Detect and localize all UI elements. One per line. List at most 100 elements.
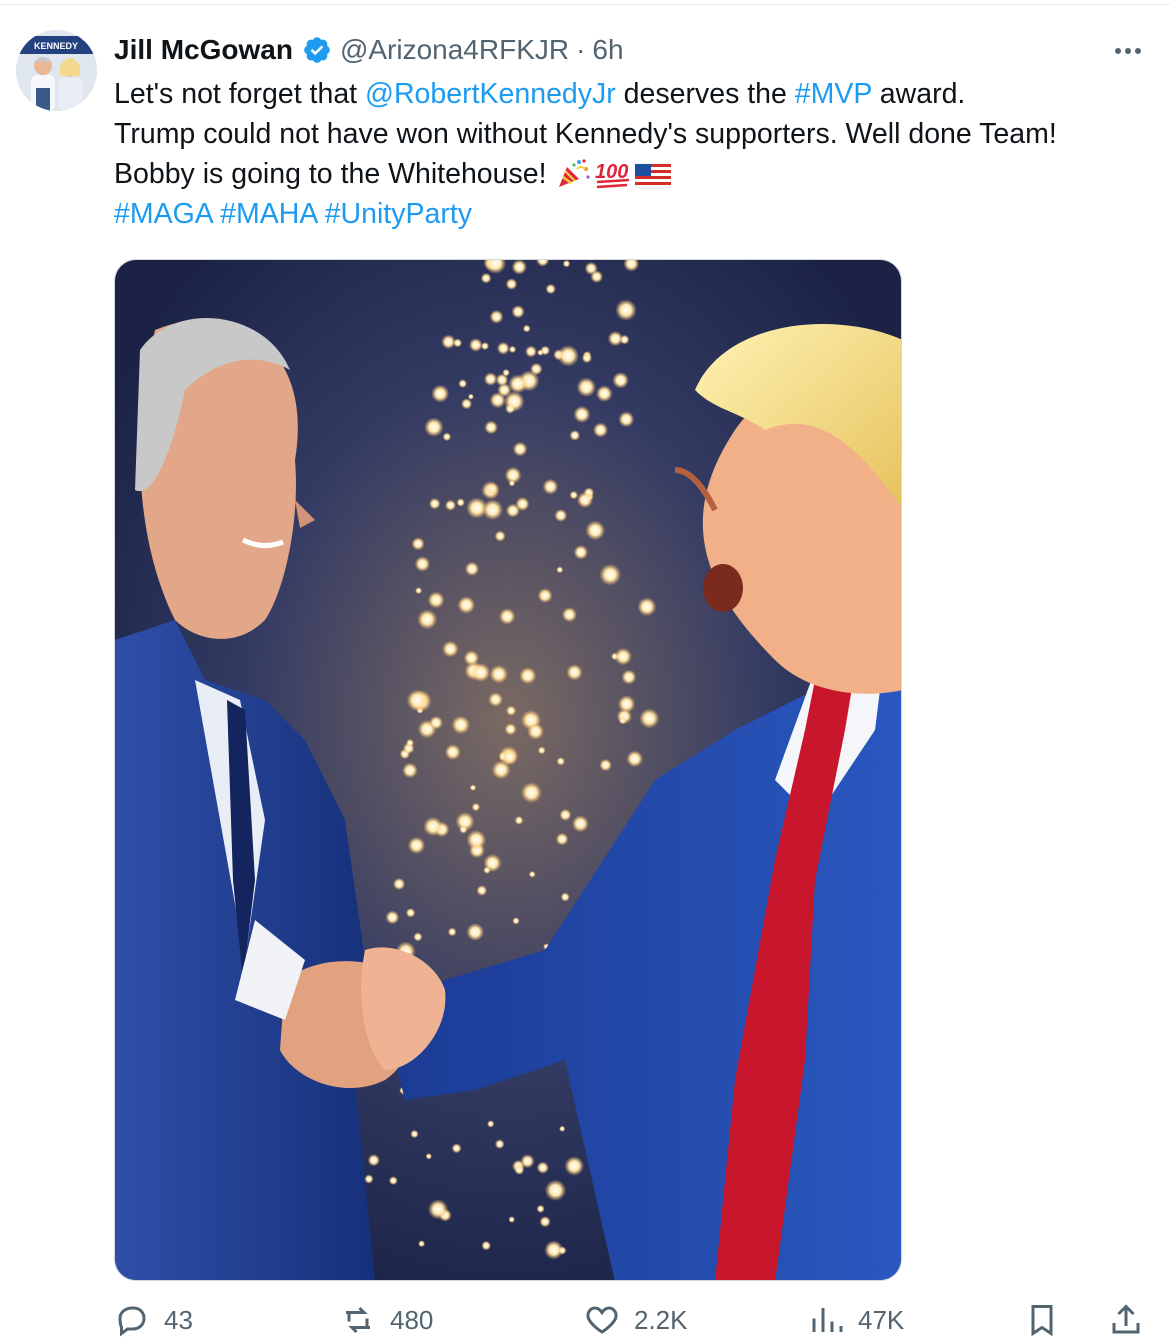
hundred-points-icon: 100 — [595, 161, 630, 189]
spark — [539, 1216, 551, 1228]
spark — [621, 669, 637, 685]
spark — [483, 372, 498, 386]
spark — [451, 1143, 462, 1154]
spark — [508, 345, 517, 354]
hashtag-link-unityparty[interactable]: #UnityParty — [325, 198, 472, 230]
more-options-icon[interactable] — [1108, 36, 1148, 66]
spark — [615, 299, 637, 321]
author-handle[interactable]: @Arizona4RFKJR — [340, 34, 569, 66]
spark — [453, 338, 463, 348]
spark — [489, 309, 504, 324]
spark — [618, 716, 627, 725]
author-name[interactable]: Jill McGowan — [114, 34, 293, 66]
views-icon — [812, 1308, 843, 1332]
spark — [480, 342, 490, 351]
spark — [525, 345, 537, 358]
tweet-line-3: Bobby is going to the Whitehouse! 100 — [114, 154, 1164, 194]
hashtag-link-maga[interactable]: #MAGA — [114, 198, 212, 230]
avatar[interactable]: KENNEDY — [16, 30, 97, 111]
spark — [414, 556, 431, 572]
spark — [487, 1120, 495, 1128]
spark — [612, 372, 629, 389]
spark — [569, 490, 579, 500]
spark — [512, 917, 520, 925]
spark — [527, 723, 544, 740]
spark — [402, 762, 418, 779]
text-segment: award. — [871, 78, 966, 110]
spark — [476, 885, 488, 896]
spark — [637, 597, 657, 617]
spark — [471, 663, 491, 682]
text-segment: deserves the — [615, 78, 795, 110]
spark — [423, 816, 443, 837]
spark — [554, 509, 568, 522]
spark — [536, 1204, 545, 1213]
spark — [458, 379, 468, 388]
repost-button[interactable]: 480 — [340, 1302, 433, 1338]
spark — [417, 609, 438, 630]
spark — [595, 385, 613, 402]
spark — [427, 591, 445, 609]
spark — [556, 757, 565, 766]
spark — [508, 479, 516, 487]
spark — [385, 910, 400, 925]
verified-badge-icon[interactable] — [302, 35, 332, 65]
avatar-photo: KENNEDY — [16, 30, 97, 111]
tweet-line-2: Trump could not have won without Kennedy… — [114, 118, 1057, 150]
tweet-line-1: Let's not forget that @RobertKennedyJr d… — [114, 74, 1164, 114]
spark — [619, 334, 630, 345]
spark — [428, 1199, 449, 1220]
like-button[interactable]: 2.2K — [584, 1302, 688, 1338]
spark — [505, 403, 516, 414]
spark — [471, 802, 481, 812]
spark — [512, 441, 528, 457]
spark — [537, 746, 546, 755]
hashtag-link-mvp[interactable]: #MVP — [795, 78, 872, 110]
reply-button[interactable]: 43 — [114, 1302, 193, 1338]
repost-icon — [346, 1306, 370, 1334]
spark — [495, 373, 509, 387]
spark — [388, 1176, 398, 1186]
views-button[interactable]: 47K — [808, 1302, 904, 1338]
share-button[interactable] — [1108, 1302, 1144, 1338]
spark — [425, 1153, 432, 1160]
tweet-line-4: #MAGA #MAHA #UnityParty — [114, 194, 1164, 234]
spark — [468, 338, 483, 352]
spark — [489, 392, 506, 409]
spark — [592, 422, 609, 438]
tweet-text: Let's not forget that @RobertKennedyJr d… — [114, 74, 1164, 234]
spark — [537, 588, 553, 604]
spark — [581, 352, 593, 364]
bookmark-button[interactable] — [1024, 1302, 1060, 1338]
spark — [485, 482, 498, 495]
spark — [505, 278, 518, 290]
spark — [514, 816, 524, 825]
spark — [618, 411, 635, 428]
spark — [590, 270, 604, 284]
spark — [488, 692, 503, 707]
spark — [444, 499, 457, 511]
mention-link[interactable]: @RobertKennedyJr — [365, 78, 616, 110]
spark — [418, 1240, 426, 1248]
spark — [447, 927, 457, 937]
spark — [461, 398, 473, 410]
spark — [559, 1125, 566, 1132]
spark — [537, 349, 544, 356]
spark — [494, 530, 506, 542]
spark — [564, 1156, 585, 1176]
spark — [364, 1174, 374, 1184]
hashtag-link-maha[interactable]: #MAHA — [220, 198, 317, 230]
tweet-timestamp[interactable]: 6h — [592, 34, 623, 66]
spark — [639, 708, 660, 729]
spark — [530, 362, 543, 376]
like-count: 2.2K — [634, 1304, 688, 1335]
spark — [559, 808, 572, 822]
tweet[interactable]: KENNEDY Jill McGowan @Arizona4RFKJR · 6h… — [0, 0, 1170, 1337]
tweet-media-photo[interactable] — [114, 259, 902, 1281]
us-flag-icon — [635, 163, 672, 189]
spark — [576, 491, 594, 509]
spark — [410, 1129, 419, 1139]
heart-icon — [586, 1306, 618, 1334]
spark — [442, 640, 459, 658]
spark — [466, 923, 485, 941]
